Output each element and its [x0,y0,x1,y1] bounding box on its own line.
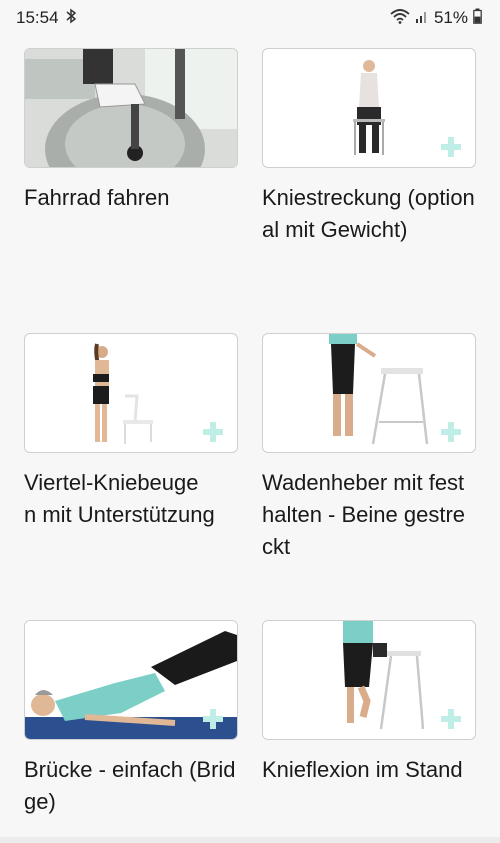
calf-raise-with-stool-image [262,333,476,453]
exercise-title: Wadenheber mit festhalten - Beine gestre… [262,470,466,559]
exercise-card[interactable]: Kniestreckung (optional mit Gewicht) [262,48,476,246]
stationary-bike-image [24,48,238,168]
standing-knee-flexion-image [262,620,476,740]
exercise-title: Brücke - einfach (Bridge) [24,757,236,814]
seated-knee-extension-image [262,48,476,168]
add-icon [203,709,223,729]
add-icon [203,422,223,442]
exercise-title: Fahrrad fahren [24,185,170,210]
status-bar: 15:54 51% [0,0,500,36]
bottom-divider [0,837,500,843]
exercise-title: Knieflexion im Stand [262,757,463,782]
add-icon [441,422,461,442]
bridge-exercise-image [24,620,238,740]
add-icon [441,137,461,157]
exercise-card[interactable]: Brücke - einfach (Bridge) [24,620,238,818]
exercise-card[interactable]: Knieflexion im Stand [262,620,476,786]
bluetooth-icon [65,8,77,29]
signal-icon [415,8,429,29]
clock: 15:54 [16,8,59,27]
quarter-squat-with-chair-image [24,333,238,453]
exercise-card[interactable]: Fahrrad fahren [24,48,238,214]
exercise-card[interactable]: Viertel-Kniebeuge n mit Unterstützung [24,333,238,531]
exercise-title: Kniestreckung (optional mit Gewicht) [262,185,475,242]
exercise-card[interactable]: Wadenheber mit festhalten - Beine gestre… [262,333,476,563]
battery-text: 51% [433,8,468,27]
exercise-title: Viertel-Kniebeuge n mit Unterstützung [24,470,215,527]
add-icon [441,709,461,729]
wifi-icon [390,8,410,29]
battery-icon [473,8,482,29]
